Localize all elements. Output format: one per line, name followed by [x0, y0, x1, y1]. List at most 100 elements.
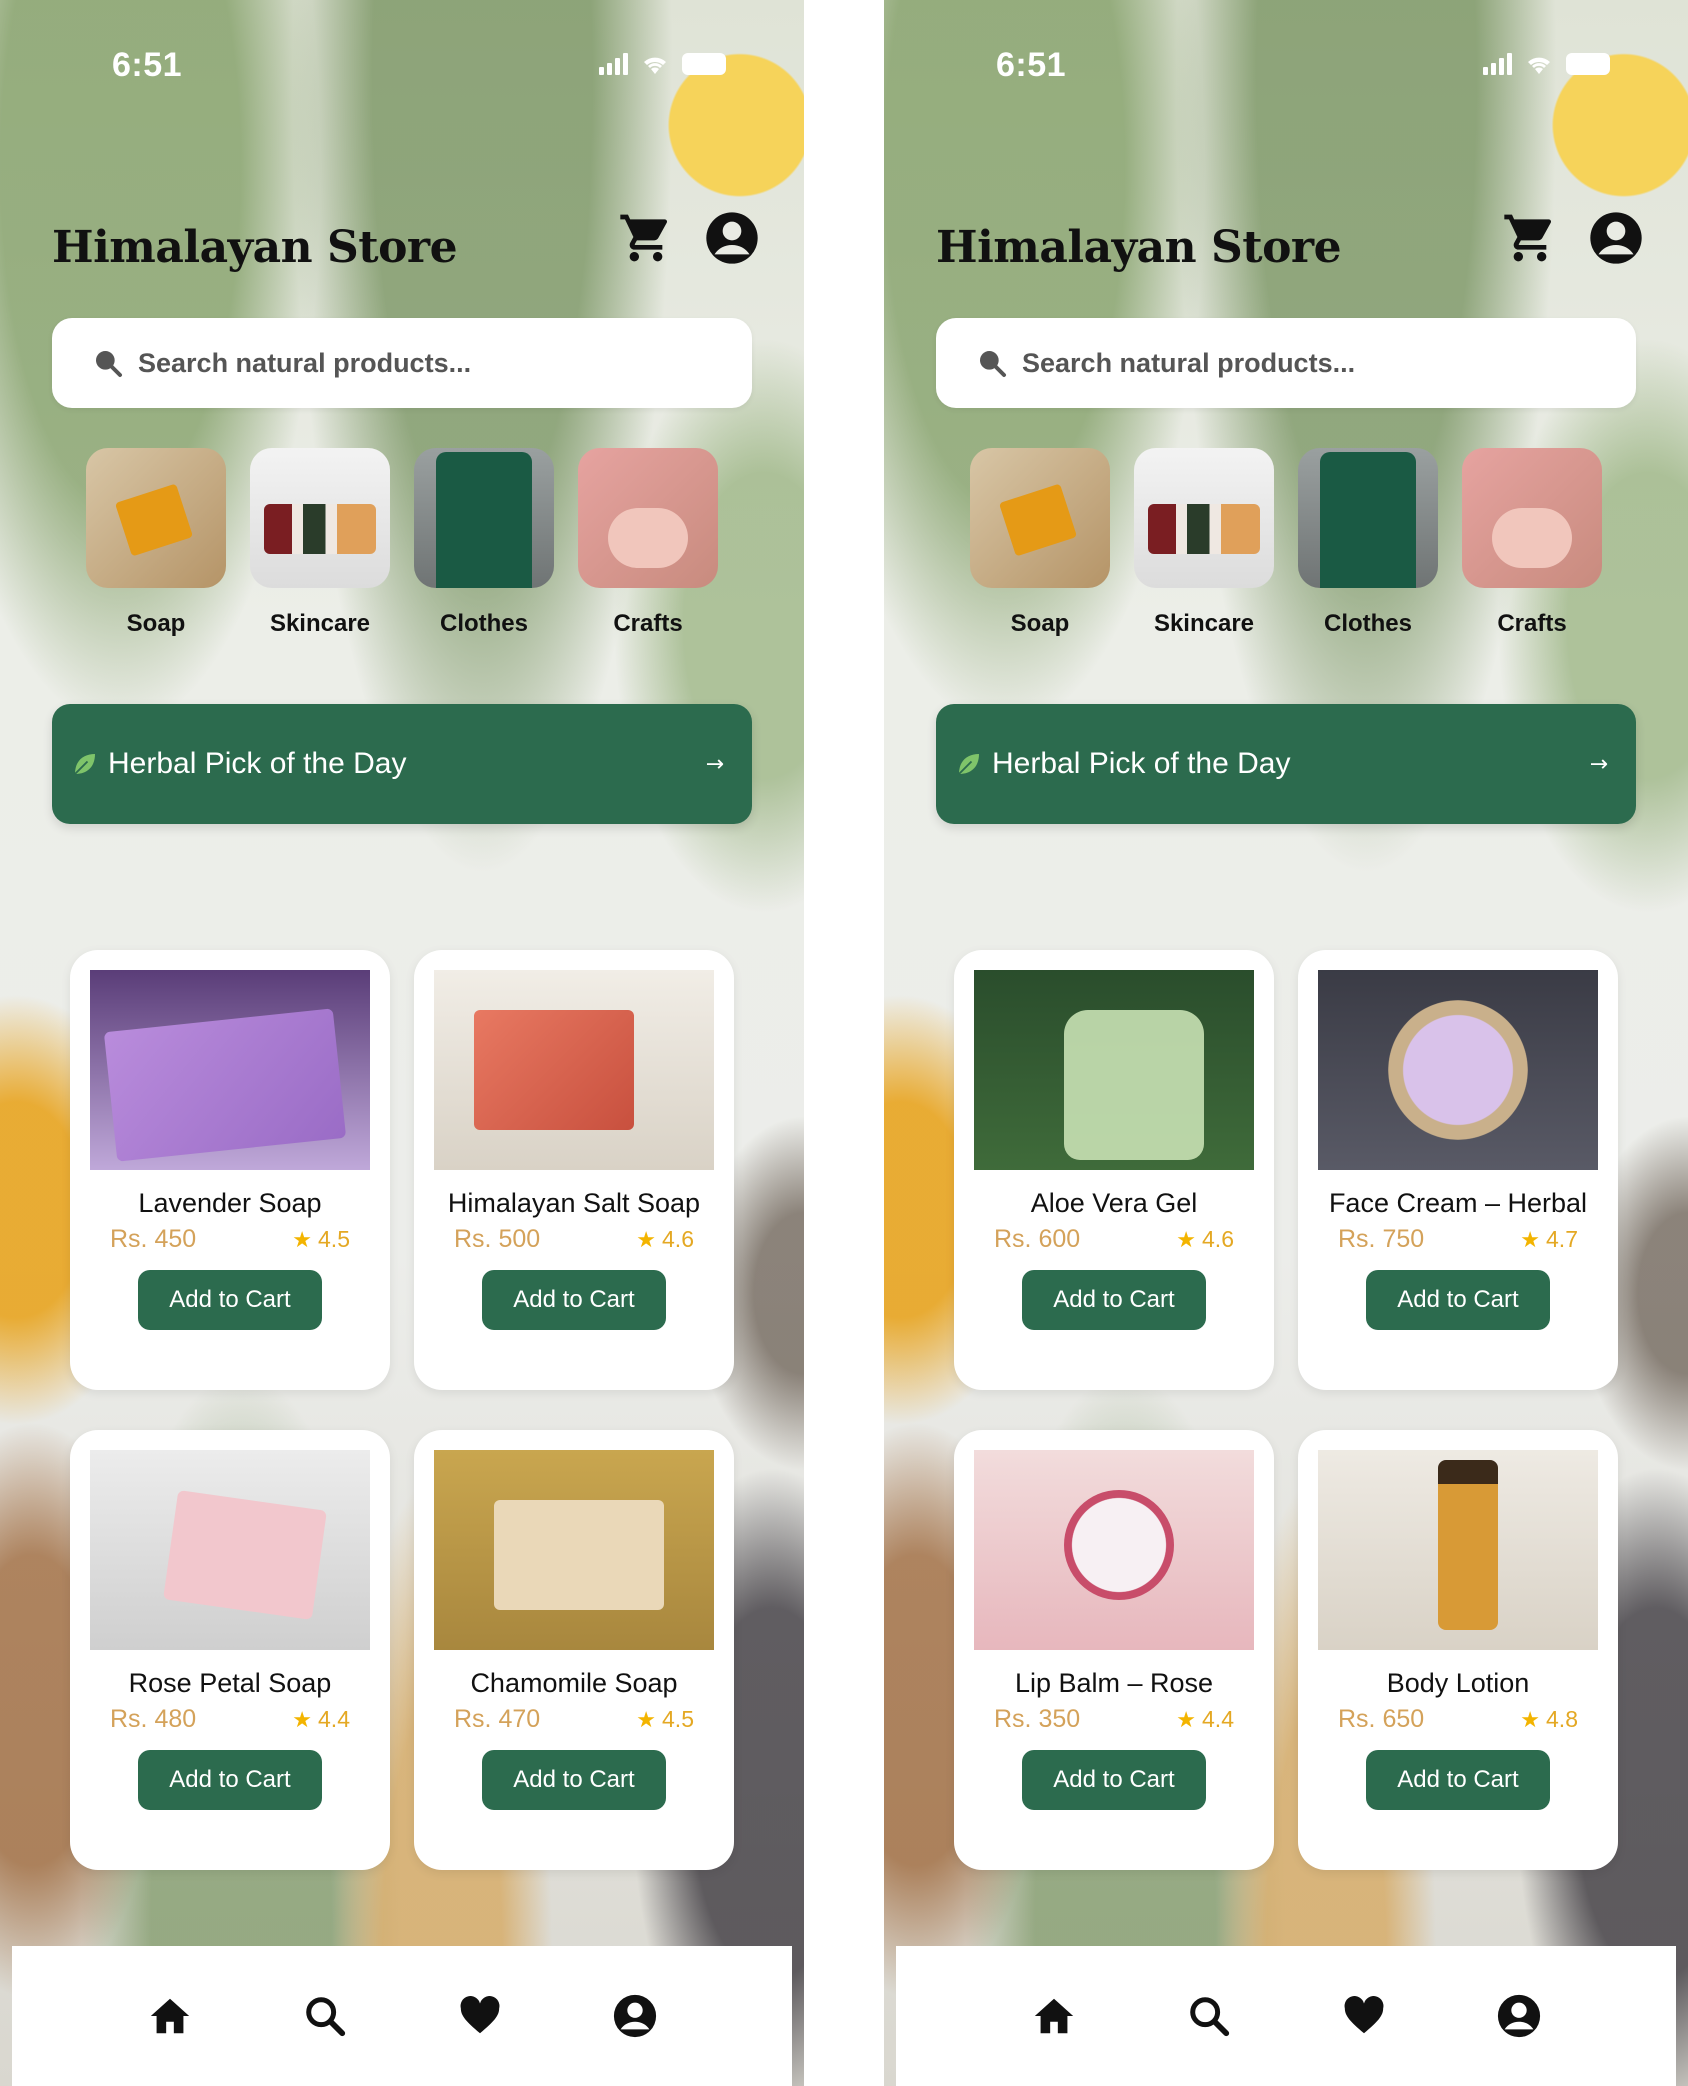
add-to-cart-button[interactable]: Add to Cart	[482, 1270, 666, 1330]
leaf-icon	[74, 754, 95, 775]
product-name: Himalayan Salt Soap	[447, 1188, 701, 1218]
product-card[interactable]: Lip Balm – Rose Rs. 350 ★ 4.4 Add to Cart	[954, 1430, 1274, 1870]
account-icon[interactable]	[704, 210, 760, 266]
product-grid: Lavender Soap Rs. 450 ★ 4.5 Add to Cart H…	[70, 950, 734, 1870]
wifi-icon	[644, 57, 666, 74]
home-icon[interactable]	[1031, 1993, 1077, 2039]
search-icon	[96, 351, 122, 377]
product-price: Rs. 500	[454, 1225, 541, 1253]
product-image	[434, 1450, 714, 1650]
herbal-pick-banner[interactable]: Herbal Pick of the Day →	[52, 704, 752, 824]
search-placeholder: Search natural products...	[1022, 347, 1356, 378]
product-name: Lavender Soap	[138, 1188, 322, 1218]
product-card[interactable]: Face Cream – Herbal Rs. 750 ★ 4.7 Add to …	[1298, 950, 1618, 1390]
category-skincare[interactable]: Skincare	[1134, 448, 1274, 638]
category-list: Soap Skincare Clothes Crafts	[86, 448, 718, 638]
category-image	[578, 448, 718, 588]
rating-value: 4.8	[1546, 1706, 1578, 1732]
rating-value: 4.6	[1202, 1226, 1234, 1252]
product-price: Rs. 450	[110, 1225, 197, 1253]
star-icon: ★	[292, 1226, 313, 1252]
product-rating: ★ 4.4	[292, 1706, 350, 1733]
status-icons	[599, 52, 726, 76]
cart-icon[interactable]	[1502, 210, 1558, 266]
signal-icon	[1483, 53, 1512, 75]
home-icon[interactable]	[147, 1993, 193, 2039]
leaf-icon	[958, 754, 979, 775]
price-row: Rs. 650 ★ 4.8	[1338, 1705, 1578, 1734]
product-rating: ★ 4.4	[1176, 1706, 1234, 1733]
rating-value: 4.4	[318, 1706, 350, 1732]
product-card[interactable]: Rose Petal Soap Rs. 480 ★ 4.4 Add to Cart	[70, 1430, 390, 1870]
account-icon[interactable]	[1588, 210, 1644, 266]
product-name: Rose Petal Soap	[128, 1668, 332, 1698]
herbal-pick-label: Herbal Pick of the Day	[108, 747, 407, 780]
category-image	[1298, 448, 1438, 588]
category-skincare[interactable]: Skincare	[250, 448, 390, 638]
category-image	[970, 448, 1110, 588]
heart-icon[interactable]	[457, 1993, 503, 2039]
add-to-cart-button[interactable]: Add to Cart	[1022, 1750, 1206, 1810]
header-actions	[618, 210, 760, 266]
herbal-pick-label: Herbal Pick of the Day	[992, 747, 1291, 780]
profile-icon[interactable]	[1496, 1993, 1542, 2039]
search-icon[interactable]	[302, 1993, 348, 2039]
wifi-icon	[1528, 57, 1550, 74]
add-to-cart-button[interactable]: Add to Cart	[1366, 1750, 1550, 1810]
category-label: Clothes	[439, 610, 528, 637]
price-row: Rs. 480 ★ 4.4	[110, 1705, 350, 1734]
add-to-cart-button[interactable]: Add to Cart	[138, 1270, 322, 1330]
header-actions	[1502, 210, 1644, 266]
product-price: Rs. 600	[994, 1225, 1081, 1253]
category-crafts[interactable]: Crafts	[578, 448, 718, 638]
arrow-right-icon: →	[1589, 751, 1608, 777]
battery-icon	[1566, 53, 1610, 75]
search-input[interactable]: Search natural products...	[52, 318, 752, 408]
star-icon: ★	[1176, 1706, 1197, 1732]
category-soap[interactable]: Soap	[970, 448, 1110, 638]
product-rating: ★ 4.7	[1520, 1226, 1578, 1253]
category-image	[414, 448, 554, 588]
add-to-cart-button[interactable]: Add to Cart	[1022, 1270, 1206, 1330]
product-price: Rs. 480	[110, 1705, 197, 1733]
product-card[interactable]: Body Lotion Rs. 650 ★ 4.8 Add to Cart	[1298, 1430, 1618, 1870]
category-clothes[interactable]: Clothes	[1298, 448, 1438, 638]
category-crafts[interactable]: Crafts	[1462, 448, 1602, 638]
rating-value: 4.7	[1546, 1226, 1578, 1252]
product-card[interactable]: Lavender Soap Rs. 450 ★ 4.5 Add to Cart	[70, 950, 390, 1390]
add-to-cart-button[interactable]: Add to Cart	[482, 1750, 666, 1810]
signal-icon	[599, 53, 628, 75]
category-clothes[interactable]: Clothes	[414, 448, 554, 638]
search-icon	[980, 351, 1006, 377]
profile-icon[interactable]	[612, 1993, 658, 2039]
product-name: Chamomile Soap	[470, 1668, 678, 1698]
product-price: Rs. 470	[454, 1705, 541, 1733]
category-label: Soap	[126, 610, 186, 637]
cart-icon[interactable]	[618, 210, 674, 266]
product-image	[434, 970, 714, 1170]
add-to-cart-button[interactable]: Add to Cart	[138, 1750, 322, 1810]
category-label: Clothes	[1323, 610, 1412, 637]
app-title: Himalayan Store	[52, 222, 458, 273]
search-icon[interactable]	[1186, 1993, 1232, 2039]
heart-icon[interactable]	[1341, 1993, 1387, 2039]
rating-value: 4.4	[1202, 1706, 1234, 1732]
product-card[interactable]: Aloe Vera Gel Rs. 600 ★ 4.6 Add to Cart	[954, 950, 1274, 1390]
product-card[interactable]: Chamomile Soap Rs. 470 ★ 4.5 Add to Cart	[414, 1430, 734, 1870]
category-label: Skincare	[1153, 610, 1255, 637]
add-to-cart-button[interactable]: Add to Cart	[1366, 1270, 1550, 1330]
phone-screen-skincare: 6:51 Himalayan Store Search natural prod…	[884, 0, 1688, 2086]
app-title: Himalayan Store	[936, 222, 1342, 273]
search-input[interactable]: Search natural products...	[936, 318, 1636, 408]
product-card[interactable]: Himalayan Salt Soap Rs. 500 ★ 4.6 Add to …	[414, 950, 734, 1390]
price-row: Rs. 750 ★ 4.7	[1338, 1225, 1578, 1254]
star-icon: ★	[636, 1706, 657, 1732]
star-icon: ★	[1520, 1706, 1541, 1732]
category-soap[interactable]: Soap	[86, 448, 226, 638]
price-row: Rs. 470 ★ 4.5	[454, 1705, 694, 1734]
product-image	[974, 1450, 1254, 1650]
herbal-pick-banner[interactable]: Herbal Pick of the Day →	[936, 704, 1636, 824]
product-name: Face Cream – Herbal	[1328, 1188, 1588, 1218]
bottom-navigation	[12, 1946, 792, 2086]
product-price: Rs. 350	[994, 1705, 1081, 1733]
